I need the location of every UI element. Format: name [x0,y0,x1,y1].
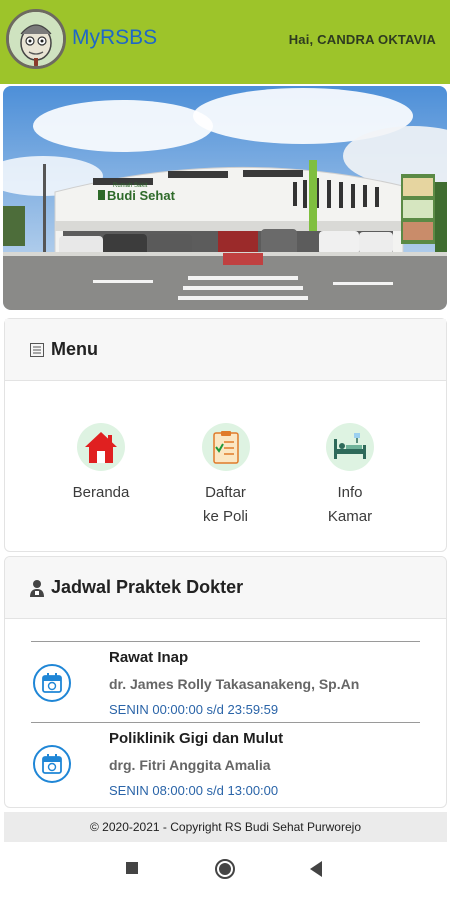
menu-item-daftar-poli[interactable]: Daftar ke Poli [188,423,264,529]
menu-card-header: Menu [5,319,446,381]
schedule-unit: Rawat Inap [109,649,189,666]
menu-item-beranda[interactable]: Beranda [63,423,139,529]
app-header: MyRSBS Hai, CANDRA OKTAVIA [0,0,450,84]
menu-item-label: Daftar ke Poli [202,484,249,525]
schedule-doctor: dr. James Rolly Takasanakeng, Sp.An [109,676,360,692]
hospital-bed-icon [326,423,374,471]
menu-item-label: Info Kamar [327,484,373,525]
menu-title: Menu [51,339,98,359]
recent-apps-icon[interactable] [124,860,140,876]
schedule-doctor: drg. Fitri Anggita Amalia [109,757,271,773]
schedule-card: Jadwal Praktek Dokter Rawat Inap dr. Jam… [4,556,447,808]
schedule-time: SENIN 00:00:00 s/d 23:59:59 [109,702,279,717]
schedule-title: Jadwal Praktek Dokter [51,577,244,597]
schedule-list: Rawat Inap dr. James Rolly Takasanakeng,… [5,619,446,803]
schedule-time: SENIN 08:00:00 s/d 13:00:00 [109,783,279,798]
clipboard-register-icon [201,423,250,471]
calendar-icon [33,664,71,702]
schedule-row[interactable]: Rawat Inap dr. James Rolly Takasanakeng,… [31,641,420,722]
calendar-icon [33,745,71,783]
home-icon [77,423,125,471]
avatar-image [9,12,63,66]
footer-copyright: © 2020-2021 - Copyright RS Budi Sehat Pu… [4,812,447,842]
hospital-banner-image: Rumah Sakit Budi Sehat [3,86,447,310]
schedule-unit: Poliklinik Gigi dan Mulut [109,730,284,747]
system-nav-bar [0,842,450,900]
menu-items: Beranda Daftar ke Poli Info Kamar [5,381,446,529]
list-icon [30,342,44,357]
schedule-card-header: Jadwal Praktek Dokter [5,557,446,619]
menu-item-info-kamar[interactable]: Info Kamar [312,423,388,529]
user-greeting: Hai, CANDRA OKTAVIA [288,32,436,47]
menu-card: Menu Beranda Daftar ke Poli Info Kamar [4,318,447,552]
menu-item-label: Beranda [72,484,130,501]
app-title: MyRSBS [72,26,158,49]
home-nav-icon[interactable] [214,858,236,880]
avatar[interactable] [6,9,66,69]
doctor-icon [30,579,44,597]
back-icon[interactable] [308,860,324,878]
banner-sign-large: Budi Sehat [107,188,176,203]
schedule-row[interactable]: Poliklinik Gigi dan Mulut drg. Fitri Ang… [31,722,420,803]
